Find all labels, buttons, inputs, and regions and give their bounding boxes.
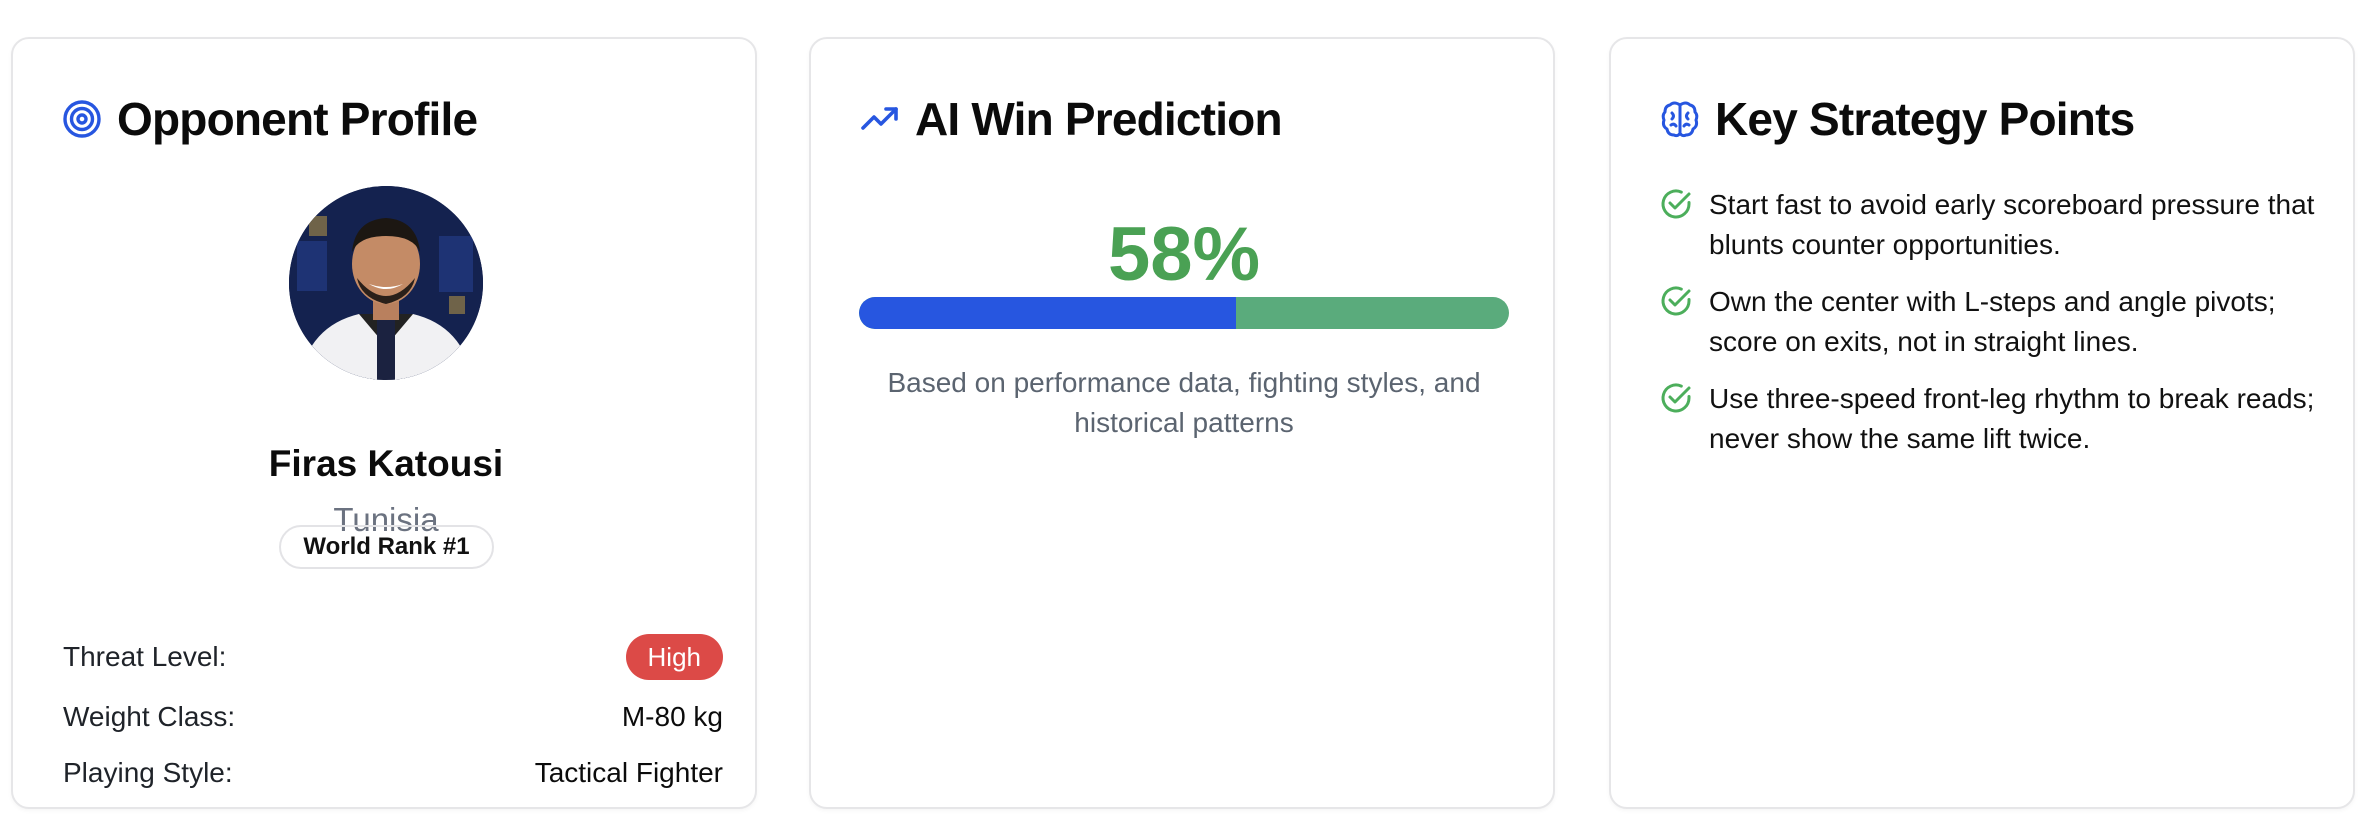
strategy-point-text: Own the center with L-steps and angle pi…: [1709, 286, 2276, 357]
prediction-note: Based on performance data, fighting styl…: [887, 367, 1481, 438]
card-title: AI Win Prediction: [915, 93, 1283, 145]
brain-icon: [1659, 98, 1701, 140]
strategy-point-text: Use three-speed front-leg rhythm to brea…: [1709, 383, 2315, 454]
world-rank-badge: World Rank #1: [279, 525, 494, 569]
card-header: Opponent Profile: [61, 89, 478, 149]
check-circle-icon: [1659, 381, 1693, 415]
threat-level-row: Threat Level: High: [63, 634, 723, 680]
card-header: Key Strategy Points: [1659, 89, 2135, 149]
list-item: Own the center with L-steps and angle pi…: [1659, 282, 2319, 362]
stat-label: Threat Level:: [63, 641, 227, 672]
card-title: Opponent Profile: [117, 93, 478, 145]
check-circle-icon: [1659, 187, 1693, 221]
target-icon: [61, 98, 103, 140]
win-probability-fill: [859, 297, 1236, 329]
win-prediction-card: AI Win Prediction 58% Based on performan…: [809, 37, 1555, 809]
list-item: Start fast to avoid early scoreboard pre…: [1659, 185, 2319, 265]
avatar: [289, 186, 483, 380]
check-circle-icon: [1659, 284, 1693, 318]
fighter-name: Firas Katousi: [268, 443, 504, 484]
playing-style-value: Tactical Fighter: [534, 757, 723, 788]
win-percentage: 58%: [1107, 212, 1261, 297]
list-item: Use three-speed front-leg rhythm to brea…: [1659, 379, 2319, 459]
stat-label: Weight Class:: [63, 701, 236, 732]
threat-level-badge: High: [625, 634, 723, 680]
card-title: Key Strategy Points: [1715, 93, 2135, 145]
opponent-profile-card: Opponent Profile Firas Katousi Tunisia W…: [11, 37, 757, 809]
win-probability-bar: [859, 297, 1509, 329]
strategy-point-text: Start fast to avoid early scoreboard pre…: [1709, 189, 2315, 260]
strategy-list: Start fast to avoid early scoreboard pre…: [1659, 185, 2319, 476]
stat-label: Playing Style:: [63, 757, 233, 788]
weight-class-value: M-80 kg: [621, 701, 723, 732]
weight-class-row: Weight Class: M-80 kg: [63, 694, 723, 740]
strategy-card: Key Strategy Points Start fast to avoid …: [1609, 37, 2355, 809]
card-header: AI Win Prediction: [859, 89, 1283, 149]
playing-style-row: Playing Style: Tactical Fighter: [63, 750, 723, 796]
trending-up-icon: [859, 98, 901, 140]
